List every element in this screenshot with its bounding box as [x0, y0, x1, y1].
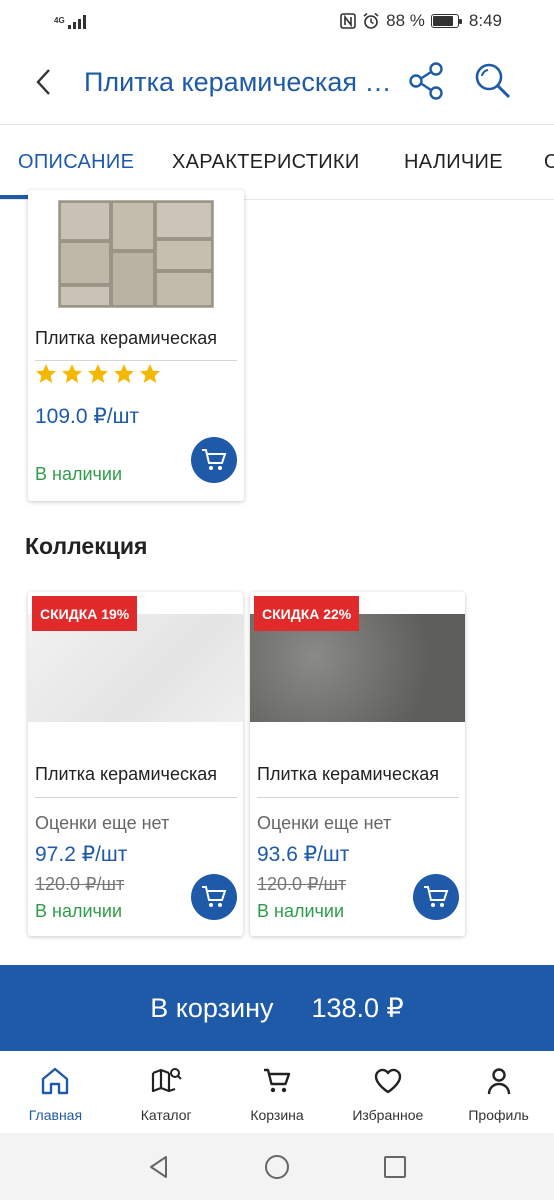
nav-catalog[interactable]: Каталог	[111, 1051, 222, 1133]
clock: 8:49	[468, 11, 502, 30]
stock-status: В наличии	[35, 901, 123, 921]
nav-label: Каталог	[140, 1107, 192, 1123]
nav-cart[interactable]: Корзина	[222, 1051, 333, 1133]
share-button[interactable]	[406, 60, 448, 102]
product-name: Плитка керамическая	[257, 764, 439, 784]
nav-favorites[interactable]: Избранное	[332, 1051, 443, 1133]
stock-status: В наличии	[35, 464, 123, 484]
bottom-navigation: Главная Каталог Корзина Избранное Профил…	[0, 1051, 554, 1133]
catalog-icon	[152, 1068, 182, 1093]
add-to-cart-label: В корзину	[150, 992, 274, 1023]
rating-stars	[34, 362, 162, 386]
product-image	[58, 200, 214, 308]
discount-badge: СКИДКА 22%	[254, 596, 360, 631]
old-price: 120.0 ₽/шт	[35, 874, 125, 894]
nav-home[interactable]: Главная	[0, 1051, 111, 1133]
app-bar: Плитка керамическая фасадная	[0, 42, 554, 122]
cart-icon	[424, 886, 449, 907]
signal-icon	[67, 15, 86, 29]
card-divider	[35, 360, 237, 361]
back-button[interactable]	[28, 62, 58, 102]
heart-icon	[374, 1068, 401, 1094]
tab-specifications[interactable]: ХАРАКТЕРИСТИКИ	[172, 151, 360, 174]
discount-badge: СКИДКА 19%	[32, 596, 138, 631]
back-arrow-icon	[36, 69, 50, 95]
nav-label: Профиль	[468, 1107, 529, 1123]
system-home-icon[interactable]	[264, 1154, 290, 1180]
star-icon	[88, 364, 108, 383]
collection-card-2[interactable]: СКИДКА 22% Плитка керамическая Оценки ещ…	[250, 592, 465, 936]
cart-total: 138.0 ₽	[311, 992, 404, 1023]
add-to-cart-button[interactable]	[191, 874, 237, 920]
nav-label: Главная	[28, 1107, 83, 1123]
collection-heading: Коллекция	[25, 533, 148, 559]
star-icon	[62, 364, 82, 383]
status-left: 4G	[54, 13, 89, 29]
status-right: 88 % 8:49	[340, 11, 502, 31]
star-icon	[114, 364, 134, 383]
search-icon	[475, 63, 511, 99]
product-card-top[interactable]: Плитка керамическая 109.0 ₽/шт В наличии	[28, 190, 244, 501]
star-icon	[140, 364, 160, 383]
system-back-icon[interactable]	[146, 1154, 172, 1180]
product-price: 97.2 ₽/шт	[35, 843, 128, 866]
card-divider	[257, 797, 459, 798]
battery-icon	[430, 14, 462, 28]
product-price: 93.6 ₽/шт	[257, 843, 350, 866]
nav-label: Избранное	[352, 1107, 424, 1123]
stock-status: В наличии	[257, 901, 345, 921]
status-bar: 4G 88 % 8:49	[0, 0, 554, 42]
system-navigation-bar	[0, 1133, 554, 1200]
add-to-cart-bar[interactable]: В корзину 138.0 ₽	[0, 965, 554, 1051]
product-price: 109.0 ₽/шт	[35, 405, 140, 428]
nfc-icon	[340, 13, 356, 29]
tab-availability[interactable]: НАЛИЧИЕ	[404, 151, 503, 174]
product-name: Плитка керамическая	[35, 764, 217, 784]
cart-icon	[263, 1068, 291, 1093]
cart-icon	[202, 449, 227, 470]
cart-icon	[202, 886, 227, 907]
tab-bar: ОПИСАНИЕ ХАРАКТЕРИСТИКИ НАЛИЧИЕ О	[0, 124, 554, 200]
rating-text: Оценки еще нет	[257, 813, 392, 833]
nav-profile[interactable]: Профиль	[443, 1051, 554, 1133]
product-name: Плитка керамическая	[35, 328, 217, 348]
share-icon	[409, 62, 443, 100]
star-icon	[36, 364, 56, 383]
system-recents-icon[interactable]	[382, 1154, 408, 1180]
tab-description[interactable]: ОПИСАНИЕ	[18, 151, 134, 174]
card-divider	[35, 797, 237, 798]
add-to-cart-button[interactable]	[191, 437, 237, 483]
profile-icon	[487, 1068, 510, 1095]
battery-percent: 88 %	[386, 11, 425, 30]
page-title: Плитка керамическая фасадная	[84, 66, 396, 97]
add-to-cart-button[interactable]	[413, 874, 459, 920]
alarm-icon	[363, 12, 379, 29]
rating-text: Оценки еще нет	[35, 813, 170, 833]
search-button[interactable]	[472, 60, 514, 102]
network-type-label: 4G	[54, 16, 65, 25]
nav-label: Корзина	[250, 1107, 304, 1123]
home-icon	[42, 1067, 69, 1095]
old-price: 120.0 ₽/шт	[257, 874, 347, 894]
collection-card-1[interactable]: СКИДКА 19% Плитка керамическая Оценки ещ…	[28, 592, 243, 936]
tab-more[interactable]: О	[544, 151, 554, 174]
